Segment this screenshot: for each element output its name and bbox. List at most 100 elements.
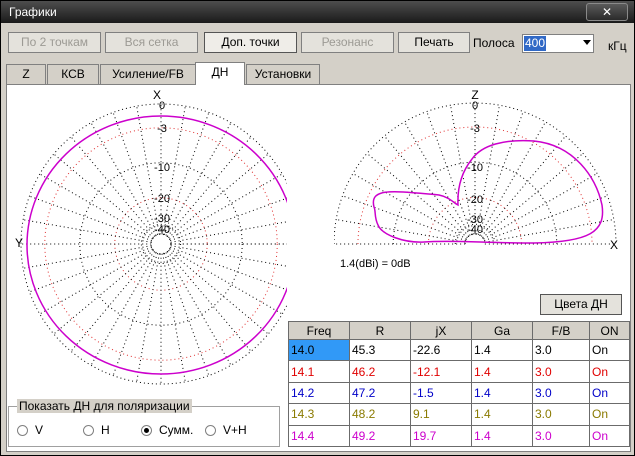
- grid-spoke: [482, 152, 584, 239]
- elevation-axis-x-label: X: [610, 238, 618, 252]
- table-row[interactable]: 14.4 49.2 19.7 1.4 3.0 On: [288, 424, 630, 448]
- azimuth-ring-labels: 0 -3 -10 -20 -30 -40: [154, 100, 170, 236]
- table-cell[interactable]: 1.4: [471, 381, 533, 405]
- radio-dot[interactable]: [141, 425, 152, 436]
- col-freq[interactable]: Freq: [288, 321, 350, 340]
- grid-spoke: [23, 219, 152, 243]
- table-cell[interactable]: 45.3: [349, 338, 411, 362]
- col-on[interactable]: ON: [589, 321, 630, 340]
- band-unit: кГц: [608, 39, 627, 53]
- radio-dot[interactable]: [17, 425, 28, 436]
- table-cell[interactable]: 47.2: [349, 381, 411, 405]
- table-header-row: Freq R jX Ga F/B ON: [288, 321, 630, 340]
- table-cell[interactable]: -22.6: [410, 338, 472, 362]
- elevation-ring-label: -3: [470, 123, 480, 135]
- two-points-button[interactable]: По 2 точкам: [8, 32, 101, 53]
- radio-label: V+H: [223, 423, 247, 437]
- all-grid-button[interactable]: Вся сетка: [105, 32, 198, 53]
- azimuth-ring-label: -3: [157, 123, 167, 135]
- elevation-ring-labels: 0 -3 -10 -20 -30 -40: [467, 100, 483, 236]
- table-cell[interactable]: 3.0: [532, 424, 590, 448]
- grid-spoke: [170, 197, 287, 242]
- frequency-table: Freq R jX Ga F/B ON 14.0 45.3 -22.6 1.4 3.0 O…: [288, 321, 630, 448]
- table-cell[interactable]: 14.0: [288, 338, 350, 362]
- table-cell[interactable]: On: [589, 424, 630, 448]
- table-cell[interactable]: On: [589, 381, 630, 405]
- band-select[interactable]: 400: [522, 34, 594, 53]
- table-row[interactable]: 14.0 45.3 -22.6 1.4 3.0 On: [288, 338, 630, 362]
- table-cell[interactable]: 3.0: [532, 338, 590, 362]
- azimuth-pattern-curve: [26, 115, 287, 375]
- table-cell[interactable]: 3.0: [532, 360, 590, 383]
- close-button[interactable]: ✕: [586, 3, 628, 21]
- grid-ring: [150, 233, 172, 255]
- grid-spoke: [170, 245, 287, 267]
- grid-spoke: [170, 221, 287, 243]
- print-button[interactable]: Печать: [398, 32, 470, 53]
- graphs-window: Графики ✕ По 2 точкам Вся сетка Доп. точ…: [0, 0, 635, 456]
- col-fb[interactable]: F/B: [532, 321, 590, 340]
- table-cell[interactable]: 46.2: [349, 360, 411, 383]
- table-cell[interactable]: 19.7: [410, 424, 472, 448]
- grid-spoke: [70, 136, 156, 237]
- table-cell[interactable]: 1.4: [471, 338, 533, 362]
- table-cell[interactable]: 48.2: [349, 403, 411, 426]
- chevron-down-icon[interactable]: [583, 40, 591, 45]
- grid-spoke: [352, 173, 467, 240]
- tab-settings[interactable]: Установки: [246, 64, 320, 84]
- grid-spoke: [166, 136, 252, 237]
- elevation-pattern-plot: Z X 0 -3 -10 -20 -30 -40 1.4(dBi) = 0dB: [334, 87, 628, 283]
- table-cell[interactable]: 3.0: [532, 403, 590, 426]
- tab-z[interactable]: Z: [6, 64, 46, 84]
- table-cell[interactable]: 49.2: [349, 424, 411, 448]
- table-cell[interactable]: 1.4: [471, 424, 533, 448]
- elevation-reference-text: 1.4(dBi) = 0dB: [340, 258, 411, 270]
- tab-pattern[interactable]: ДН: [195, 62, 245, 85]
- col-jx[interactable]: jX: [410, 321, 472, 340]
- table-cell[interactable]: 9.1: [410, 403, 472, 426]
- table-cell[interactable]: 14.4: [288, 424, 350, 448]
- grid-spoke: [366, 152, 468, 239]
- col-ga[interactable]: Ga: [471, 321, 533, 340]
- col-r[interactable]: R: [349, 321, 411, 340]
- grid-spoke: [162, 253, 186, 382]
- table-cell[interactable]: 14.2: [288, 381, 350, 405]
- elevation-ring-label: 0: [472, 100, 478, 112]
- pattern-colors-button[interactable]: Цвета ДН: [540, 294, 622, 315]
- table-cell[interactable]: -12.1: [410, 360, 472, 383]
- table-row[interactable]: 14.3 48.2 9.1 1.4 3.0 On: [288, 403, 630, 426]
- azimuth-ring-label: -20: [154, 193, 170, 205]
- grid-spoke: [23, 245, 152, 269]
- table-cell[interactable]: 14.1: [288, 360, 350, 383]
- grid-spoke: [112, 112, 159, 235]
- table-row[interactable]: 14.1 46.2 -12.1 1.4 3.0 On: [288, 360, 630, 383]
- table-cell[interactable]: 14.3: [288, 403, 350, 426]
- table-cell[interactable]: On: [589, 360, 630, 383]
- azimuth-axis-y-label: Y: [15, 236, 23, 250]
- elevation-ring-label: -10: [467, 162, 483, 174]
- title-bar[interactable]: Графики ✕: [1, 1, 634, 23]
- table-cell[interactable]: -1.5: [410, 381, 472, 405]
- tab-gain-fb[interactable]: Усиление/FB: [100, 64, 196, 84]
- radio-dot[interactable]: [205, 425, 216, 436]
- grid-spoke: [169, 248, 283, 315]
- azimuth-ring-label: 0: [159, 100, 165, 112]
- table-cell[interactable]: 1.4: [471, 360, 533, 383]
- table-cell[interactable]: On: [589, 338, 630, 362]
- extra-points-button[interactable]: Доп. точки: [204, 32, 297, 53]
- grid-spoke: [480, 135, 567, 237]
- table-row[interactable]: 14.2 47.2 -1.5 1.4 3.0 On: [288, 381, 630, 405]
- grid-spoke: [483, 173, 598, 240]
- resonance-button[interactable]: Резонанс: [301, 32, 394, 53]
- grid-spoke: [39, 248, 153, 315]
- band-value: 400: [524, 36, 547, 51]
- radio-dot[interactable]: [83, 425, 94, 436]
- table-cell[interactable]: On: [589, 403, 630, 426]
- tab-swr[interactable]: КСВ: [47, 64, 99, 84]
- table-cell[interactable]: 3.0: [532, 381, 590, 405]
- grid-ring: [79, 162, 243, 326]
- grid-spoke: [90, 252, 157, 366]
- grid-spoke: [166, 251, 252, 352]
- table-cell[interactable]: 1.4: [471, 403, 533, 426]
- grid-spoke: [479, 121, 546, 236]
